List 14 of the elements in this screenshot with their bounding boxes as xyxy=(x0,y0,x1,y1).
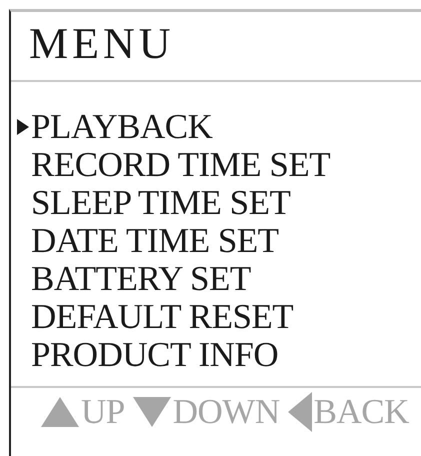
up-arrow-icon xyxy=(41,397,79,427)
key-label: BACK xyxy=(314,393,409,431)
menu-item[interactable]: DEFAULT RESET xyxy=(31,298,294,336)
menu-item[interactable]: SLEEP TIME SET xyxy=(31,184,290,222)
menu-item[interactable]: RECORD TIME SET xyxy=(31,146,330,184)
menu-title: MENU xyxy=(29,20,175,68)
down-arrow-icon xyxy=(132,397,171,427)
key-label: DOWN xyxy=(172,393,280,431)
menu-item[interactable]: BATTERY SET xyxy=(31,260,251,298)
back-arrow-icon xyxy=(288,392,312,432)
menu-item[interactable]: PRODUCT INFO xyxy=(31,336,278,374)
key-label: UP xyxy=(81,393,125,431)
menu-item[interactable]: PLAYBACK xyxy=(31,108,212,146)
menu-item[interactable]: DATE TIME SET xyxy=(31,222,279,260)
